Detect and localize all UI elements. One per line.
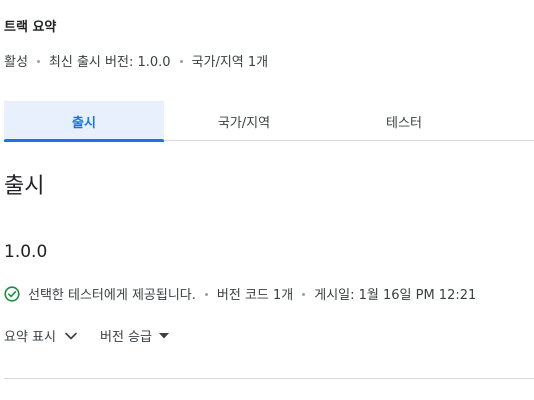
chevron-down-icon bbox=[64, 331, 78, 341]
show-summary-button[interactable]: 요약 표시 bbox=[4, 326, 78, 345]
release-actions: 요약 표시 버전 승급 bbox=[4, 326, 169, 345]
release-version-title: 1.0.0 bbox=[4, 242, 48, 262]
latest-release-version: 최신 출시 버전: 1.0.0 bbox=[48, 55, 171, 70]
separator-dot bbox=[36, 60, 40, 63]
track-summary-title: 트랙 요약 bbox=[4, 20, 57, 35]
separator-dot bbox=[179, 60, 183, 63]
promote-release-label: 버전 승급 bbox=[99, 330, 152, 345]
track-status: 활성 bbox=[4, 55, 28, 70]
publish-date: 게시일: 1월 16일 PM 12:21 bbox=[314, 288, 477, 303]
tab-testers[interactable]: 테스터 bbox=[324, 101, 484, 141]
version-code-count: 버전 코드 1개 bbox=[216, 288, 294, 303]
tab-releases[interactable]: 출시 bbox=[4, 101, 164, 142]
separator-dot bbox=[302, 293, 306, 296]
country-count: 국가/지역 1개 bbox=[191, 55, 269, 70]
track-summary-line: 활성 최신 출시 버전: 1.0.0 국가/지역 1개 bbox=[4, 51, 268, 70]
show-summary-label: 요약 표시 bbox=[4, 330, 56, 345]
separator-dot bbox=[204, 293, 208, 296]
release-availability: 선택한 테스터에게 제공됩니다. bbox=[28, 288, 196, 303]
release-status-line: 선택한 테스터에게 제공됩니다. 버전 코드 1개 게시일: 1월 16일 PM… bbox=[4, 284, 476, 303]
section-divider bbox=[4, 378, 534, 379]
tab-bar: 출시 국가/지역 테스터 bbox=[4, 101, 534, 142]
caret-down-icon bbox=[158, 332, 169, 339]
promote-release-button[interactable]: 버전 승급 bbox=[100, 326, 169, 345]
check-circle-icon bbox=[4, 285, 20, 302]
tab-countries[interactable]: 국가/지역 bbox=[164, 101, 324, 141]
releases-section-title: 출시 bbox=[4, 174, 45, 199]
track-summary-page: 트랙 요약 활성 최신 출시 버전: 1.0.0 국가/지역 1개 출시 국가/… bbox=[0, 0, 534, 400]
